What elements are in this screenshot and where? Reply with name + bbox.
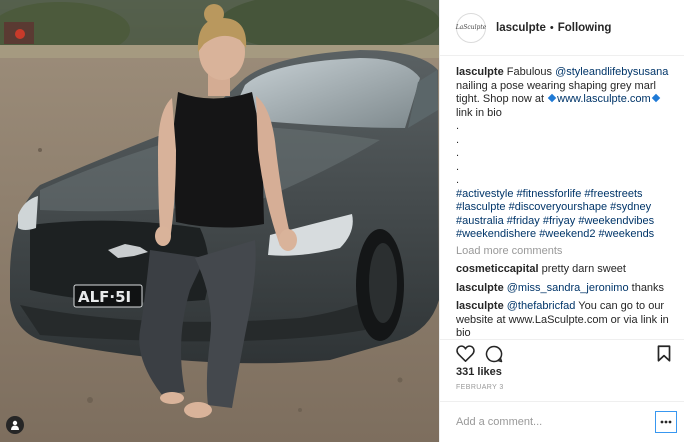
post-side-panel: LaSculpte lasculpte • Following lasculpt…: [439, 0, 684, 442]
caption-text-3: link in bio: [456, 106, 502, 119]
add-comment-section: [440, 401, 684, 442]
user-tag-icon: [11, 420, 19, 430]
caption-dot: .: [456, 133, 460, 146]
hashtag-link[interactable]: #discoveryourshape: [509, 201, 607, 213]
hashtag-link[interactable]: #weekendvibes: [578, 215, 654, 227]
comment-text: pretty darn sweet: [541, 263, 626, 275]
caption-dot: .: [456, 174, 460, 186]
save-button[interactable]: [657, 345, 671, 362]
load-more-comments-button[interactable]: Load more comments: [456, 245, 673, 259]
caption-dot: .: [456, 120, 460, 132]
caption-mention[interactable]: @styleandlifebysusana: [555, 66, 668, 78]
diamond-icon: [651, 93, 660, 103]
comment-text: thanks: [631, 281, 665, 294]
comment-item: lasculpte @thefabricfad You can go to ou…: [456, 300, 673, 337]
comment-item: cosmeticcapital pretty darn sweet: [456, 263, 673, 277]
hashtag-link[interactable]: #weekend2: [539, 228, 595, 240]
comment-mention[interactable]: @thefabricfad: [507, 300, 576, 312]
comment-input[interactable]: [456, 416, 655, 428]
caption: lasculpte Fabulous @styleandlifebysusana…: [456, 66, 673, 242]
bookmark-icon: [657, 345, 671, 362]
comment-username[interactable]: cosmeticcapital: [456, 263, 539, 275]
hashtag-link[interactable]: #weekendishere: [456, 228, 536, 240]
caption-hashtags: #activestyle #fitnessforlife #freestreet…: [456, 188, 673, 242]
caption-link[interactable]: www.lasculpte.com: [557, 93, 651, 105]
comment-button[interactable]: [485, 345, 503, 363]
hashtag-link[interactable]: #sydney: [610, 201, 651, 213]
hashtag-link[interactable]: #freestreets: [584, 188, 642, 200]
hashtag-link[interactable]: #weekends: [599, 228, 655, 240]
heart-icon: [456, 345, 475, 362]
more-options-button[interactable]: [655, 411, 677, 433]
caption-body: lasculpte Fabulous @styleandlifebysusana…: [456, 66, 673, 120]
diamond-icon: [547, 93, 557, 103]
photo-illustration: ALF·5I: [0, 0, 439, 442]
comment-item: lasculpte @miss_sandra_jeronimo thanks: [456, 282, 673, 296]
caption-dot: .: [456, 147, 460, 159]
avatar-logo-text: LaSculpte: [455, 24, 487, 31]
hashtag-link[interactable]: #australia: [456, 215, 504, 227]
hashtag-link[interactable]: #lasculpte: [456, 201, 506, 213]
hashtag-link[interactable]: #friday: [507, 215, 540, 227]
instagram-post: ALF·5I LaSculpte lasculpte • Following l…: [0, 0, 684, 442]
caption-text-1: Fabulous: [506, 66, 553, 78]
post-header: LaSculpte lasculpte • Following: [440, 0, 684, 56]
action-bar: [440, 339, 684, 367]
comment-username[interactable]: lasculpte: [456, 300, 504, 312]
header-username[interactable]: lasculpte: [496, 22, 546, 34]
user-tag-button[interactable]: [6, 416, 24, 434]
comment-icon: [485, 345, 503, 362]
more-options-icon: [660, 420, 672, 424]
caption-dot: .: [456, 160, 460, 173]
hashtag-link[interactable]: #activestyle: [456, 188, 513, 200]
following-button[interactable]: Following: [558, 22, 612, 34]
hashtag-link[interactable]: #fitnessforlife: [517, 188, 582, 200]
post-date: FEBRUARY 3: [456, 384, 504, 391]
hashtag-link[interactable]: #friyay: [543, 215, 575, 227]
avatar[interactable]: LaSculpte: [455, 12, 487, 43]
likes-count[interactable]: 331 likes: [456, 366, 502, 378]
comment-username[interactable]: lasculpte: [456, 282, 504, 294]
license-plate-text: ALF·5I: [78, 288, 131, 306]
header-separator: •: [549, 21, 554, 34]
comment-mention[interactable]: @miss_sandra_jeronimo: [507, 282, 629, 294]
post-photo[interactable]: ALF·5I: [0, 0, 439, 442]
like-button[interactable]: [456, 345, 475, 362]
caption-username[interactable]: lasculpte: [456, 66, 504, 78]
comments-list[interactable]: lasculpte Fabulous @styleandlifebysusana…: [440, 57, 684, 337]
